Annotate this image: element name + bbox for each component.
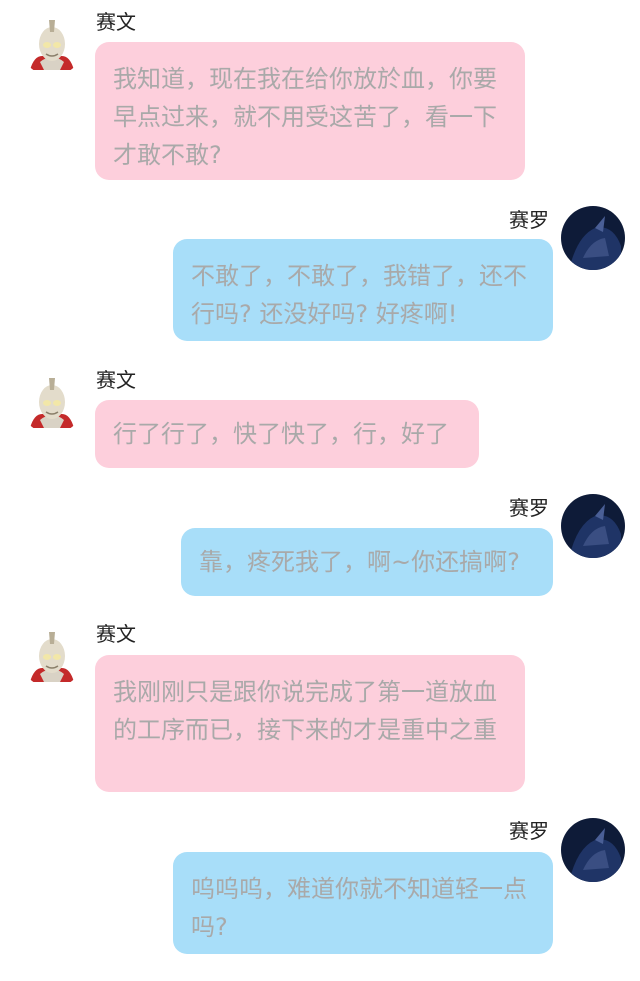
seven-helmet-icon	[20, 370, 84, 434]
message-bubble[interactable]: 不敢了，不敢了，我错了，还不行吗? 还没好吗? 好疼啊!	[173, 239, 553, 341]
avatar-zero[interactable]	[561, 206, 625, 270]
avatar-seven[interactable]	[20, 624, 84, 688]
seven-helmet-icon	[20, 12, 84, 76]
zero-dark-icon	[561, 206, 625, 270]
sender-name: 赛罗	[509, 496, 549, 520]
message-bubble[interactable]: 我知道，现在我在给你放於血，你要早点过来，就不用受这苦了，看一下才敢不敢?	[95, 42, 525, 180]
sender-name: 赛罗	[509, 208, 549, 232]
sender-name: 赛罗	[509, 819, 549, 843]
zero-dark-icon	[561, 494, 625, 558]
avatar-zero[interactable]	[561, 494, 625, 558]
avatar-seven[interactable]	[20, 12, 84, 76]
sender-name: 赛文	[96, 10, 136, 34]
seven-helmet-icon	[20, 624, 84, 688]
zero-dark-icon	[561, 818, 625, 882]
message-bubble[interactable]: 呜呜呜，难道你就不知道轻一点吗?	[173, 852, 553, 954]
sender-name: 赛文	[96, 622, 136, 646]
chat-screen: { "messages": [ {"sender": "赛文", "side":…	[0, 0, 640, 981]
sender-name: 赛文	[96, 368, 136, 392]
avatar-seven[interactable]	[20, 370, 84, 434]
avatar-zero[interactable]	[561, 818, 625, 882]
message-bubble[interactable]: 行了行了，快了快了，行，好了	[95, 400, 479, 468]
message-bubble[interactable]: 靠，疼死我了，啊~你还搞啊?	[181, 528, 553, 596]
message-bubble[interactable]: 我刚刚只是跟你说完成了第一道放血的工序而已，接下来的才是重中之重	[95, 655, 525, 792]
